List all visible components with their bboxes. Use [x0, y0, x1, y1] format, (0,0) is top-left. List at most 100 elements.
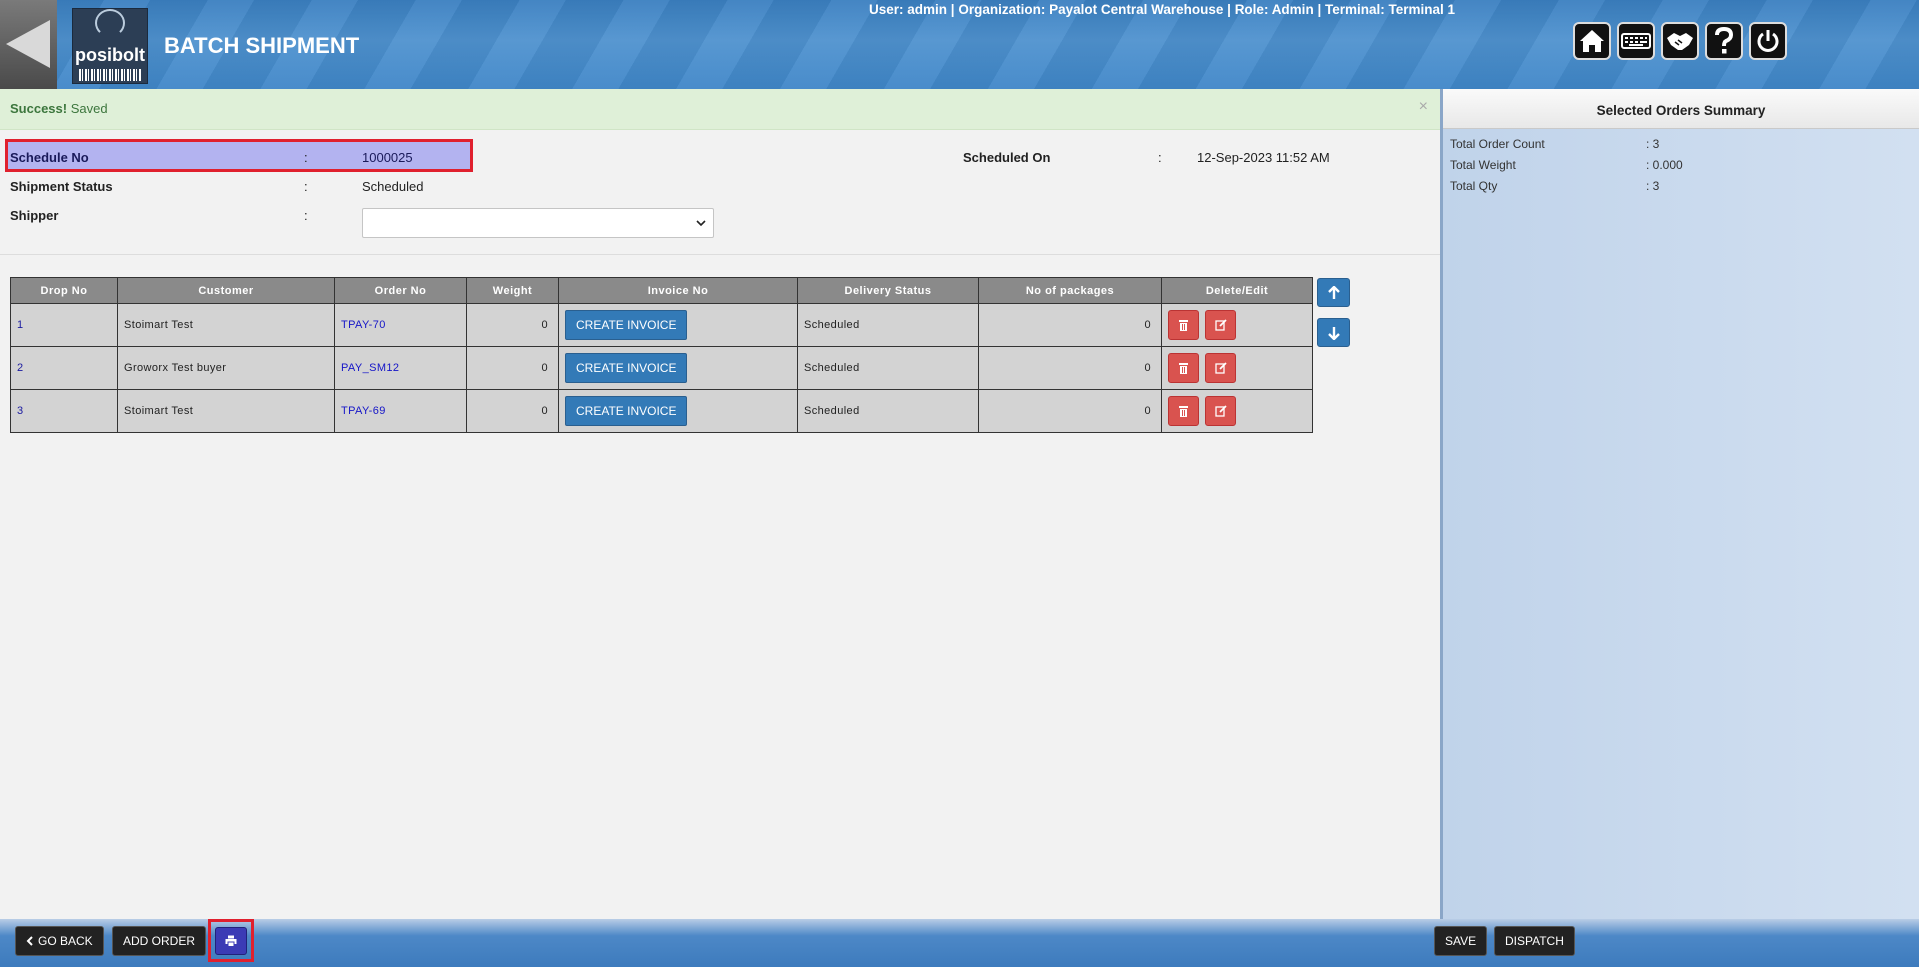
help-icon[interactable]	[1705, 22, 1743, 60]
edit-icon	[1215, 405, 1227, 417]
invoice-cell: CREATE INVOICE	[558, 389, 798, 433]
dispatch-button[interactable]: DISPATCH	[1494, 926, 1575, 956]
keyboard-icon[interactable]	[1617, 22, 1655, 60]
orders-summary-panel: Selected Orders Summary Total Order Coun…	[1440, 89, 1919, 919]
delete-button[interactable]	[1168, 396, 1199, 426]
shipper-select[interactable]	[362, 208, 714, 238]
save-button[interactable]: SAVE	[1434, 926, 1488, 956]
edit-icon	[1215, 362, 1227, 374]
actions-cell	[1161, 346, 1313, 390]
summary-row-order-count: Total Order Count: 3	[1450, 137, 1660, 151]
customer-cell: Stoimart Test	[117, 389, 335, 433]
drop-no-cell: 2	[10, 346, 118, 390]
summary-title: Selected Orders Summary	[1443, 89, 1919, 129]
order-no-cell: TPAY-70	[334, 303, 467, 347]
schedule-no-row: Schedule No	[10, 150, 89, 165]
delivery-status-cell: Scheduled	[797, 303, 979, 347]
delivery-status-cell: Scheduled	[797, 389, 979, 433]
back-button[interactable]	[0, 0, 57, 89]
weight-cell: 0	[466, 303, 559, 347]
shipment-status-value: Scheduled	[362, 179, 424, 194]
success-alert: Success! Saved ×	[0, 89, 1440, 130]
add-order-button[interactable]: ADD ORDER	[112, 926, 207, 956]
organization-name: Payalot Central Warehouse	[1049, 2, 1224, 17]
shipper-label: Shipper	[10, 208, 59, 223]
order-link[interactable]: TPAY-69	[341, 405, 386, 417]
drop-no-cell: 3	[10, 389, 118, 433]
handshake-icon[interactable]	[1661, 22, 1699, 60]
delete-button[interactable]	[1168, 310, 1199, 340]
go-back-button[interactable]: GO BACK	[15, 926, 104, 956]
table-row: 1 Stoimart Test TPAY-70 0 CREATE INVOICE…	[10, 303, 1313, 347]
terminal-name: Terminal 1	[1388, 2, 1456, 17]
user-info-bar: User: admin | Organization: Payalot Cent…	[869, 2, 1456, 17]
shipment-orders-table: Drop No Customer Order No Weight Invoice…	[10, 277, 1313, 433]
create-invoice-button[interactable]: CREATE INVOICE	[565, 310, 688, 340]
packages-cell: 0	[978, 389, 1162, 433]
packages-cell: 0	[978, 346, 1162, 390]
scheduled-on-value: 12-Sep-2023 11:52 AM	[1197, 150, 1330, 165]
column-header: Weight	[466, 277, 559, 304]
column-header: Invoice No	[558, 277, 798, 304]
page-title: BATCH SHIPMENT	[164, 33, 360, 58]
table-row: 2 Groworx Test buyer PAY_SM12 0 CREATE I…	[10, 346, 1313, 390]
role-name: Admin	[1271, 2, 1314, 17]
weight-cell: 0	[466, 346, 559, 390]
chevron-down-icon	[696, 220, 706, 227]
invoice-cell: CREATE INVOICE	[558, 346, 798, 390]
schedule-no-label: Schedule No	[10, 150, 89, 165]
order-no-cell: PAY_SM12	[334, 346, 467, 390]
edit-button[interactable]	[1205, 396, 1236, 426]
create-invoice-button[interactable]: CREATE INVOICE	[565, 396, 688, 426]
user-name: admin	[907, 2, 948, 17]
column-header: Order No	[334, 277, 467, 304]
move-down-button[interactable]	[1317, 318, 1350, 347]
header-toolbar	[1573, 22, 1787, 60]
chevron-left-icon	[26, 936, 33, 946]
order-no-cell: TPAY-69	[334, 389, 467, 433]
actions-cell	[1161, 389, 1313, 433]
delete-button[interactable]	[1168, 353, 1199, 383]
customer-cell: Stoimart Test	[117, 303, 335, 347]
summary-row-weight: Total Weight: 0.000	[1450, 158, 1683, 172]
column-header: Delete/Edit	[1161, 277, 1313, 304]
main-content: Success! Saved × Schedule No : 1000025 S…	[0, 89, 1440, 919]
actions-cell	[1161, 303, 1313, 347]
print-button[interactable]	[215, 927, 247, 955]
weight-cell: 0	[466, 389, 559, 433]
arrow-up-icon	[1328, 286, 1340, 299]
scheduled-on-label: Scheduled On	[963, 150, 1051, 165]
column-header: Customer	[117, 277, 335, 304]
colon: :	[1158, 150, 1162, 165]
packages-cell: 0	[978, 303, 1162, 347]
trash-icon	[1179, 320, 1188, 331]
divider	[0, 254, 1440, 255]
shipment-status-label: Shipment Status	[10, 179, 113, 194]
colon: :	[304, 150, 308, 165]
column-header: No of packages	[978, 277, 1162, 304]
home-icon[interactable]	[1573, 22, 1611, 60]
colon: :	[304, 179, 308, 194]
close-icon[interactable]: ×	[1419, 98, 1428, 116]
power-icon[interactable]	[1749, 22, 1787, 60]
delivery-status-cell: Scheduled	[797, 346, 979, 390]
column-header: Delivery Status	[797, 277, 979, 304]
edit-button[interactable]	[1205, 310, 1236, 340]
print-icon	[225, 935, 237, 947]
invoice-cell: CREATE INVOICE	[558, 303, 798, 347]
create-invoice-button[interactable]: CREATE INVOICE	[565, 353, 688, 383]
table-row: 3 Stoimart Test TPAY-69 0 CREATE INVOICE…	[10, 389, 1313, 433]
edit-button[interactable]	[1205, 353, 1236, 383]
column-header: Drop No	[10, 277, 118, 304]
schedule-no-value: 1000025	[362, 150, 413, 165]
move-up-button[interactable]	[1317, 278, 1350, 307]
trash-icon	[1179, 363, 1188, 374]
posibolt-logo: posibolt	[72, 8, 148, 84]
drop-no-cell: 1	[10, 303, 118, 347]
app-header: posibolt BATCH SHIPMENT User: admin | Or…	[0, 0, 1919, 89]
back-arrow-icon	[6, 20, 50, 68]
order-link[interactable]: PAY_SM12	[341, 362, 399, 374]
customer-cell: Groworx Test buyer	[117, 346, 335, 390]
colon: :	[304, 208, 308, 223]
order-link[interactable]: TPAY-70	[341, 319, 386, 331]
